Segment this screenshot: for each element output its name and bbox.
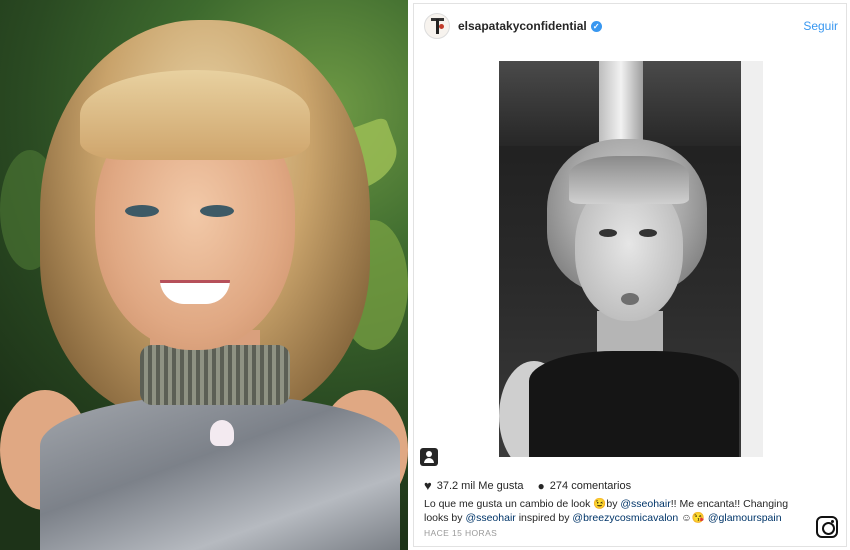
- dress: [40, 395, 400, 550]
- avatar[interactable]: [424, 13, 450, 39]
- caption-text: inspired by: [515, 512, 573, 524]
- likes-count[interactable]: 37.2 mil Me gusta: [437, 480, 524, 492]
- post-timestamp: HACE 15 HORAS: [424, 528, 498, 538]
- mention-link[interactable]: @breezycosmicavalon: [572, 512, 678, 524]
- post-caption: Lo que me gusta un cambio de look 😉by @s…: [424, 497, 794, 525]
- wall: [741, 61, 763, 457]
- portrait-photo: [0, 0, 408, 550]
- verified-badge-icon: ✓: [590, 21, 602, 32]
- mention-link[interactable]: @sseohair: [465, 512, 515, 524]
- avatar-graphic: [439, 24, 444, 29]
- caption-text: by: [606, 498, 621, 510]
- mention-link[interactable]: @sseohair: [620, 498, 670, 510]
- instagram-post-card: elsapatakyconfidential ✓ Seguir ♥ 37.2 mi…: [413, 3, 847, 547]
- heart-icon[interactable]: ♥: [424, 478, 432, 493]
- instagram-logo-icon: [816, 516, 838, 538]
- caption-text: Lo que me gusta un cambio de look: [424, 498, 594, 510]
- ceiling-column: [599, 61, 643, 151]
- eye: [125, 205, 159, 217]
- caption-emoji: 😉: [593, 498, 607, 510]
- eye: [200, 205, 234, 217]
- mention-link[interactable]: @glamourspain: [708, 512, 782, 524]
- username-text: elsapatakyconfidential: [458, 19, 587, 33]
- username-link[interactable]: elsapatakyconfidential ✓: [458, 19, 602, 33]
- comment-icon[interactable]: ●: [538, 479, 545, 493]
- brooch: [210, 420, 234, 446]
- pouting-lips: [621, 293, 639, 305]
- follow-button[interactable]: Seguir: [803, 19, 838, 33]
- post-stats: ♥ 37.2 mil Me gusta ● 274 comentarios: [424, 478, 631, 493]
- bangs: [569, 156, 689, 204]
- post-image[interactable]: [499, 61, 763, 457]
- eye: [599, 229, 617, 237]
- comments-count[interactable]: 274 comentarios: [550, 480, 631, 492]
- caption-emoji: ☺😘: [678, 512, 708, 524]
- black-top: [529, 351, 739, 457]
- user-tag-icon[interactable]: [420, 448, 438, 466]
- bangs: [80, 70, 310, 160]
- post-header: elsapatakyconfidential ✓ Seguir: [414, 4, 846, 48]
- eye: [639, 229, 657, 237]
- dress-collar: [140, 345, 290, 405]
